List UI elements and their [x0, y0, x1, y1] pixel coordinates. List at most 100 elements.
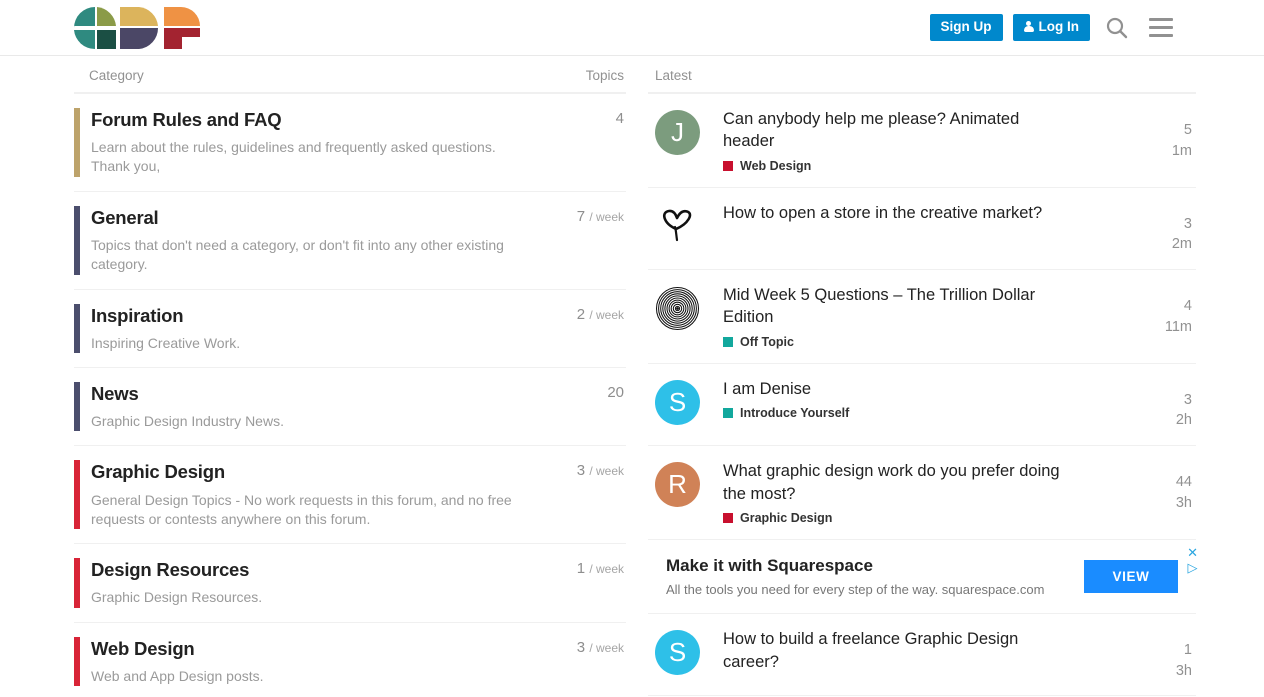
latest-panel: Latest J Can anybody help me please? Anim…	[648, 56, 1196, 697]
log-in-button[interactable]: Log In	[1013, 14, 1091, 42]
topic-category[interactable]: Web Design	[723, 159, 1128, 173]
topic-meta: 13h	[1138, 628, 1196, 681]
category-swatch-icon	[723, 513, 733, 523]
category-topic-count: 7 / week	[538, 206, 626, 275]
site-logo[interactable]	[74, 7, 200, 49]
topic-row[interactable]: J Can anybody help me please? Animated he…	[648, 94, 1196, 188]
topic-row[interactable]: Mid Week 5 Questions – The Trillion Doll…	[648, 270, 1196, 364]
category-description: Web and App Design posts.	[91, 667, 516, 686]
avatar[interactable]: S	[655, 380, 700, 425]
avatar[interactable]	[655, 204, 700, 249]
category-swatch-icon	[723, 161, 733, 171]
category-count-value: 4	[616, 110, 624, 127]
category-description: Graphic Design Industry News.	[91, 412, 516, 431]
category-row[interactable]: Design ResourcesGraphic Design Resources…	[74, 544, 626, 622]
category-topic-count: 4	[538, 108, 626, 177]
topic-meta: 51m	[1138, 108, 1196, 161]
topic-time: 2h	[1138, 410, 1192, 431]
categories-table-header: Category Topics	[74, 56, 626, 94]
topic-category[interactable]: Off Topic	[723, 335, 1128, 349]
topic-main: How to build a freelance Graphic Design …	[723, 628, 1138, 673]
topic-category[interactable]: Graphic Design	[723, 511, 1128, 525]
topic-time: 11m	[1138, 317, 1192, 338]
topic-meta: 32h	[1138, 378, 1196, 431]
topic-time: 1m	[1138, 141, 1192, 162]
topic-time: 3h	[1138, 661, 1192, 682]
category-count-value: 7	[577, 208, 585, 225]
category-title[interactable]: News	[91, 382, 530, 405]
category-topic-count: 2 / week	[538, 304, 626, 353]
ad-controls: ✕▷	[1187, 546, 1198, 574]
topic-title[interactable]: Mid Week 5 Questions – The Trillion Doll…	[723, 284, 1063, 329]
topic-category-label: Introduce Yourself	[740, 406, 849, 420]
categories-panel: Category Topics Forum Rules and FAQLearn…	[74, 56, 626, 697]
avatar[interactable]	[655, 286, 700, 331]
category-row[interactable]: Graphic Design General Design Topics - No…	[74, 446, 626, 544]
category-row[interactable]: Inspiration Inspiring Creative Work. 2 / w…	[74, 290, 626, 368]
topic-title[interactable]: Can anybody help me please? Animated hea…	[723, 108, 1063, 153]
category-title[interactable]: Design Resources	[91, 558, 530, 581]
search-button[interactable]	[1100, 11, 1134, 45]
category-row[interactable]: Web Design Web and App Design posts. 3 / w…	[74, 623, 626, 697]
category-count-value: 3	[577, 639, 585, 656]
category-topic-count: 3 / week	[538, 460, 626, 529]
topic-row[interactable]: S I am Denise Introduce Yourself 32h	[648, 364, 1196, 446]
topic-row[interactable]: R What graphic design work do you prefer …	[648, 446, 1196, 540]
ad-view-button[interactable]: VIEW	[1084, 560, 1178, 593]
ad-info-icon[interactable]: ▷	[1188, 561, 1198, 574]
category-count-value: 20	[607, 384, 624, 401]
topic-time: 3h	[1138, 493, 1192, 514]
topic-meta: 32m	[1138, 202, 1196, 255]
concentric-rings-icon	[655, 286, 700, 331]
ad-close-icon[interactable]: ✕	[1187, 546, 1198, 559]
advertisement[interactable]: Make it with SquarespaceAll the tools yo…	[648, 540, 1196, 614]
category-topic-count: 1 / week	[538, 558, 626, 607]
topic-category[interactable]: Introduce Yourself	[723, 406, 1128, 420]
category-row[interactable]: GeneralTopics that don't need a category…	[74, 192, 626, 290]
menu-button[interactable]	[1144, 11, 1178, 45]
category-count-period: / week	[589, 562, 624, 576]
category-body: Forum Rules and FAQLearn about the rules…	[80, 108, 538, 177]
category-count-period: / week	[589, 210, 624, 224]
category-description: Inspiring Creative Work.	[91, 334, 516, 353]
topic-row[interactable]: How to open a store in the creative mark…	[648, 188, 1196, 270]
category-row[interactable]: News Graphic Design Industry News. 20	[74, 368, 626, 446]
avatar[interactable]: J	[655, 110, 700, 155]
category-topic-count: 3 / week	[538, 637, 626, 686]
sign-up-button[interactable]: Sign Up	[930, 14, 1003, 42]
log-in-label: Log In	[1039, 20, 1080, 35]
category-title[interactable]: Forum Rules and FAQ	[91, 108, 530, 131]
category-title[interactable]: General	[91, 206, 530, 229]
topic-category-label: Off Topic	[740, 335, 794, 349]
topic-time: 2m	[1138, 234, 1192, 255]
category-title[interactable]: Graphic Design	[91, 460, 530, 483]
header-actions: Sign Up Log In	[930, 0, 1179, 55]
category-count-period: / week	[589, 464, 624, 478]
topic-title[interactable]: I am Denise	[723, 378, 1063, 400]
category-row[interactable]: Forum Rules and FAQLearn about the rules…	[74, 94, 626, 192]
avatar[interactable]: R	[655, 462, 700, 507]
topic-title[interactable]: How to open a store in the creative mark…	[723, 202, 1063, 224]
topic-main: Mid Week 5 Questions – The Trillion Doll…	[723, 284, 1138, 349]
category-count-period: / week	[589, 641, 624, 655]
topic-reply-count: 44	[1138, 472, 1192, 493]
ad-subtitle: All the tools you need for every step of…	[666, 582, 1084, 597]
topic-title[interactable]: How to build a freelance Graphic Design …	[723, 628, 1063, 673]
search-icon	[1105, 16, 1129, 40]
topic-title[interactable]: What graphic design work do you prefer d…	[723, 460, 1063, 505]
topic-reply-count: 3	[1138, 214, 1192, 235]
category-title[interactable]: Web Design	[91, 637, 530, 660]
topic-category-label: Graphic Design	[740, 511, 832, 525]
topic-row[interactable]: S How to build a freelance Graphic Design…	[648, 614, 1196, 696]
avatar[interactable]: S	[655, 630, 700, 675]
latest-table-header: Latest	[648, 56, 1196, 94]
ad-text: Make it with SquarespaceAll the tools yo…	[666, 556, 1084, 597]
topic-reply-count: 3	[1138, 390, 1192, 411]
category-topic-count: 20	[538, 382, 626, 431]
topic-category-label: Web Design	[740, 159, 811, 173]
user-icon	[1024, 21, 1034, 33]
category-title[interactable]: Inspiration	[91, 304, 530, 327]
logo-icon	[74, 7, 200, 49]
topic-list: J Can anybody help me please? Animated he…	[648, 94, 1196, 696]
category-description: General Design Topics - No work requests…	[91, 491, 516, 530]
